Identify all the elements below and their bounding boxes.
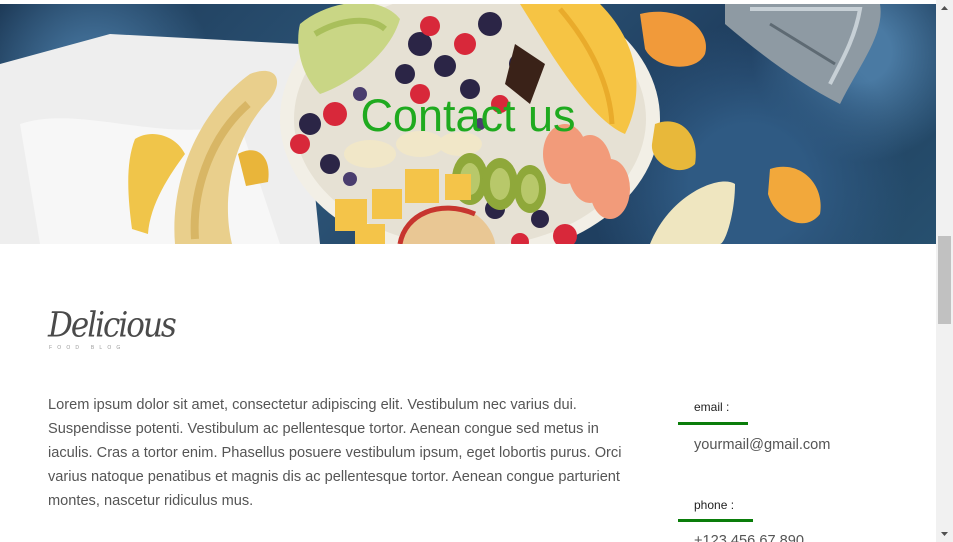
page: Contact us Delicious FOOD BLOG Lorem ips… <box>0 0 953 542</box>
logo-tagline: FOOD BLOG <box>49 345 126 351</box>
scrollbar-thumb[interactable] <box>938 236 951 324</box>
phone-value[interactable]: +123 456 67 890 <box>694 533 804 542</box>
triangle-down-icon <box>941 532 948 536</box>
triangle-up-icon <box>941 6 948 10</box>
email-label: email : <box>694 400 730 414</box>
page-title: Contact us <box>360 90 576 141</box>
email-value[interactable]: yourmail@gmail.com <box>694 437 830 453</box>
scroll-up-button[interactable] <box>936 0 953 17</box>
phone-label-underline <box>678 519 753 522</box>
site-logo[interactable]: Delicious FOOD BLOG <box>48 305 177 355</box>
intro-paragraph: Lorem ipsum dolor sit amet, consectetur … <box>48 397 622 509</box>
hero-banner: Contact us <box>0 4 936 244</box>
logo-name: Delicious <box>48 305 177 346</box>
scroll-down-button[interactable] <box>936 525 953 542</box>
phone-label: phone : <box>694 498 735 512</box>
vertical-scrollbar[interactable] <box>936 0 953 542</box>
page-viewport[interactable]: Contact us Delicious FOOD BLOG Lorem ips… <box>0 0 936 542</box>
email-label-underline <box>678 422 748 425</box>
